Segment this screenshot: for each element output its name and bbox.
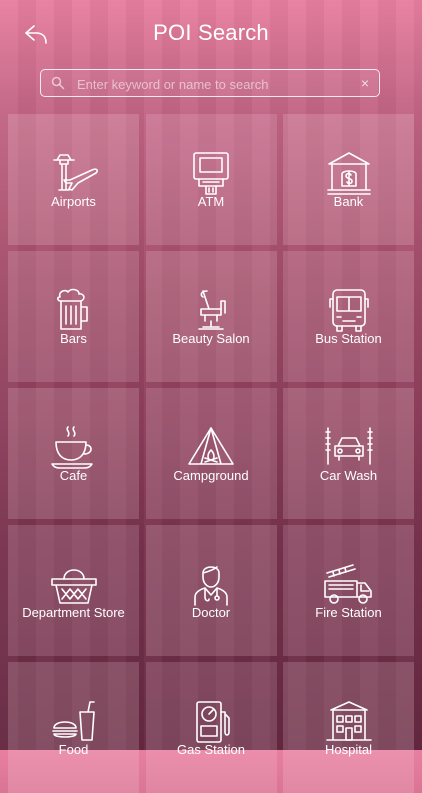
page-title: POI Search: [153, 20, 269, 45]
tile-label: Cafe: [59, 468, 88, 483]
tile-label: Bars: [60, 331, 87, 346]
tile-label: Fire Station: [315, 605, 382, 620]
tile-gas-station[interactable]: Gas Station: [145, 662, 277, 793]
tile-cafe[interactable]: Cafe: [8, 388, 139, 519]
tile-label: Car Wash: [319, 468, 378, 483]
tile-airports[interactable]: Airports: [8, 114, 139, 245]
tent-icon: [188, 427, 234, 465]
tile-label: Beauty Salon: [172, 331, 250, 346]
tile-bank[interactable]: Bank: [283, 114, 414, 245]
tile-label: Airports: [51, 194, 96, 209]
fast-food-icon: [51, 701, 95, 741]
tile-bars[interactable]: Bars: [8, 251, 139, 382]
gas-pump-icon: [196, 701, 230, 743]
poi-category-grid: Airports ATM Bank Bars Beauty Salon Bus …: [8, 114, 414, 793]
bank-icon: [326, 152, 371, 195]
tile-label: Bus Station: [315, 331, 382, 346]
coffee-cup-icon: [50, 426, 93, 469]
tile-fire-station[interactable]: Fire Station: [283, 525, 414, 656]
tile-atm[interactable]: ATM: [145, 114, 277, 245]
tile-doctor[interactable]: Doctor: [145, 525, 277, 656]
clear-search-icon[interactable]: ×: [361, 74, 369, 92]
tile-label: ATM: [197, 194, 225, 209]
airport-icon: [52, 154, 98, 191]
tile-food[interactable]: Food: [8, 662, 139, 793]
doctor-icon: [194, 566, 228, 606]
search-icon: [51, 76, 65, 90]
basket-icon: [50, 569, 97, 604]
search-bar: ×: [40, 69, 380, 97]
car-wash-icon: [324, 427, 373, 465]
beer-mug-icon: [56, 288, 88, 330]
tile-label: Campground: [173, 468, 249, 483]
salon-chair-icon: [198, 290, 226, 330]
tile-bus-station[interactable]: Bus Station: [283, 251, 414, 382]
tile-beauty-salon[interactable]: Beauty Salon: [145, 251, 277, 382]
tile-label: Department Store: [22, 605, 125, 620]
hospital-icon: [325, 701, 372, 741]
header-bar: POI Search: [0, 0, 422, 64]
tile-label: Doctor: [191, 605, 231, 620]
tile-department-store[interactable]: Department Store: [8, 525, 139, 656]
tile-campground[interactable]: Campground: [145, 388, 277, 519]
tile-hospital[interactable]: Hospital: [283, 662, 414, 793]
tile-car-wash[interactable]: Car Wash: [283, 388, 414, 519]
search-input[interactable]: [75, 73, 349, 95]
fire-truck-icon: [323, 564, 372, 604]
atm-icon: [193, 152, 229, 195]
bus-icon: [328, 289, 369, 332]
tile-label: Bank: [333, 194, 364, 209]
